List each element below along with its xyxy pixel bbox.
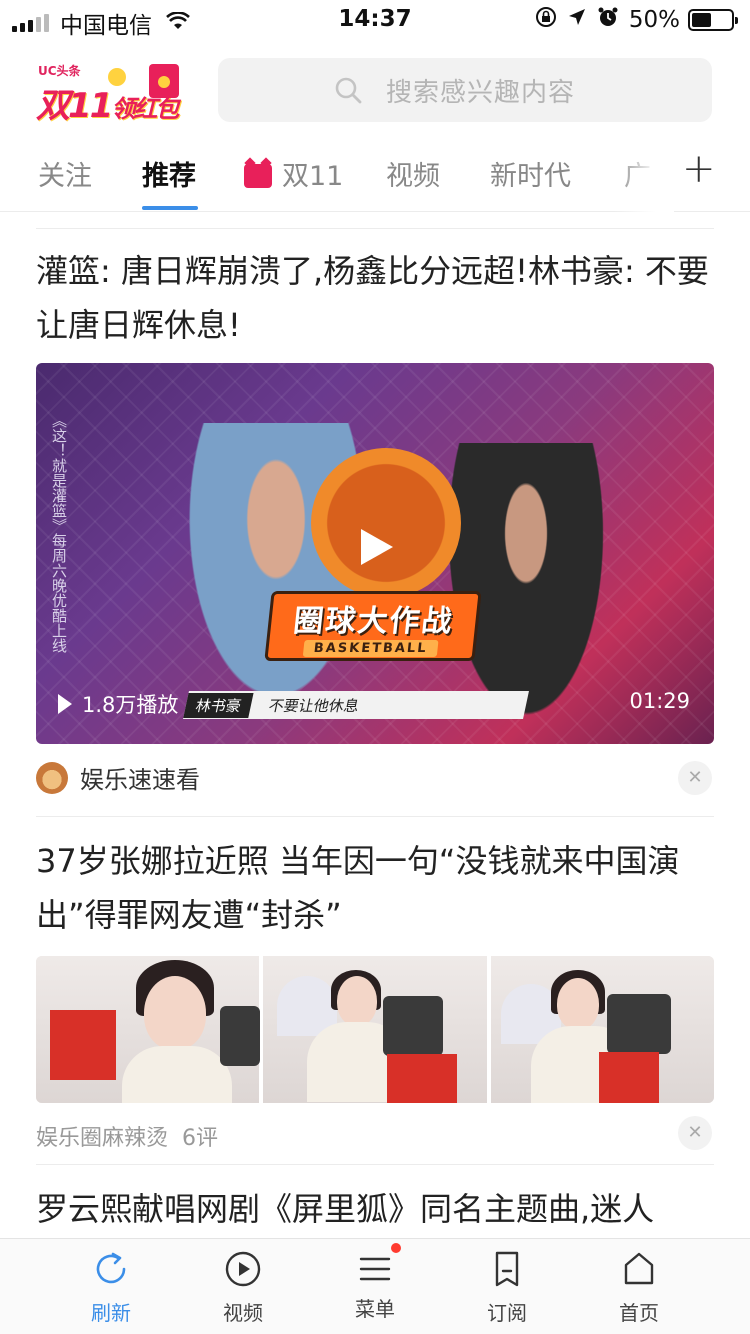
article-source: 娱乐速速看 [36, 760, 200, 795]
article-title[interactable]: 37岁张娜拉近照 当年因一句“没钱就来中国演出”得罪网友遭“封杀” [36, 834, 716, 942]
video-duration: 01:29 [629, 689, 690, 713]
nav-label: 菜单 [355, 1297, 395, 1321]
tab-new-era[interactable]: 新时代 [490, 154, 571, 193]
gallery-image[interactable] [490, 956, 714, 1103]
search-icon [335, 77, 362, 104]
nav-refresh[interactable]: 刷新 [66, 1249, 156, 1326]
add-channel-icon[interactable]: + [682, 146, 716, 192]
refresh-icon [96, 1252, 126, 1284]
image-gallery[interactable] [36, 956, 714, 1103]
article-title[interactable]: 灌篮: 唐日辉崩溃了,杨鑫比分远超!林书豪: 不要让唐日辉休息! [36, 244, 716, 352]
article-source: 娱乐圈麻辣烫 [36, 1126, 169, 1151]
divider [36, 228, 714, 229]
nav-label: 视频 [223, 1301, 263, 1325]
search-placeholder: 搜索感兴趣内容 [386, 77, 576, 108]
nav-video[interactable]: 视频 [198, 1249, 288, 1326]
channel-tabs: 关注 推荐 双11 视频 新时代 广 + [0, 140, 750, 212]
source-avatar [36, 761, 68, 794]
article-title[interactable]: 罗云熙献唱网剧《屏里狐》同名主题曲,迷人 [36, 1182, 716, 1238]
subtitle-text: 不要让他休息 [266, 696, 361, 715]
basketball-flame-icon [311, 448, 461, 598]
status-bar: 中国电信 14:37 50% [0, 0, 750, 40]
promo-logo[interactable]: UC头条 双11领红包 [36, 58, 181, 126]
show-title: 圈球大作战 [291, 603, 456, 639]
home-icon [624, 1252, 654, 1285]
dismiss-icon[interactable]: ✕ [678, 761, 712, 795]
play-count: 1.8万播放 [58, 689, 178, 719]
comment-count: 6评 [182, 1126, 219, 1151]
nav-label: 订阅 [487, 1301, 527, 1325]
dismiss-icon[interactable]: ✕ [678, 1116, 712, 1150]
alarm-icon [597, 6, 619, 33]
tab-fade [614, 140, 674, 212]
search-box[interactable]: 搜索感兴趣内容 [218, 58, 712, 122]
play-count-icon [58, 694, 72, 714]
gallery-image[interactable] [36, 956, 260, 1103]
tab-follow[interactable]: 关注 [38, 154, 92, 193]
bookmark-icon [495, 1251, 519, 1287]
battery-icon [688, 8, 738, 31]
divider [36, 1164, 714, 1165]
active-tab-indicator [142, 206, 198, 210]
bottom-nav: 刷新 视频 菜单 订阅 首页 [0, 1238, 750, 1334]
subtitle-banner: 林书豪 不要让他休息 [183, 691, 529, 719]
header: UC头条 双11领红包 搜索感兴趣内容 [0, 52, 750, 132]
nav-subscribe[interactable]: 订阅 [462, 1249, 552, 1326]
show-logo: 圈球大作战 BASKETBALL [264, 591, 482, 661]
gift-icon [244, 164, 272, 188]
notification-dot [391, 1243, 401, 1253]
gallery-image[interactable] [263, 956, 487, 1103]
nav-label: 首页 [619, 1301, 659, 1325]
orientation-lock-icon [535, 6, 557, 33]
video-thumbnail[interactable]: 《这！就是灌篮》每周六晚优酷上线 圈球大作战 BASKETBALL 林书豪 不要… [36, 363, 714, 744]
video-side-caption: 《这！就是灌篮》每周六晚优酷上线 [50, 413, 68, 653]
menu-icon [355, 1243, 401, 1289]
status-right: 50% [535, 6, 738, 33]
nav-home[interactable]: 首页 [594, 1249, 684, 1326]
nav-menu[interactable]: 菜单 [330, 1243, 420, 1322]
divider [36, 816, 714, 817]
tab-double11[interactable]: 双11 [244, 154, 343, 193]
speaker-name: 林书豪 [183, 692, 254, 718]
play-icon[interactable] [361, 529, 393, 565]
play-circle-icon [225, 1251, 261, 1287]
battery-percent: 50% [628, 6, 680, 33]
logo-brand-text: UC头条 [38, 64, 81, 78]
nav-label: 刷新 [91, 1301, 131, 1325]
article-meta: 娱乐圈麻辣烫 6评 [36, 1120, 218, 1152]
red-envelope-icon [149, 64, 179, 98]
tab-video[interactable]: 视频 [386, 154, 440, 193]
show-subtitle: BASKETBALL [302, 639, 439, 657]
location-icon [567, 7, 587, 32]
tab-recommend[interactable]: 推荐 [142, 154, 196, 193]
